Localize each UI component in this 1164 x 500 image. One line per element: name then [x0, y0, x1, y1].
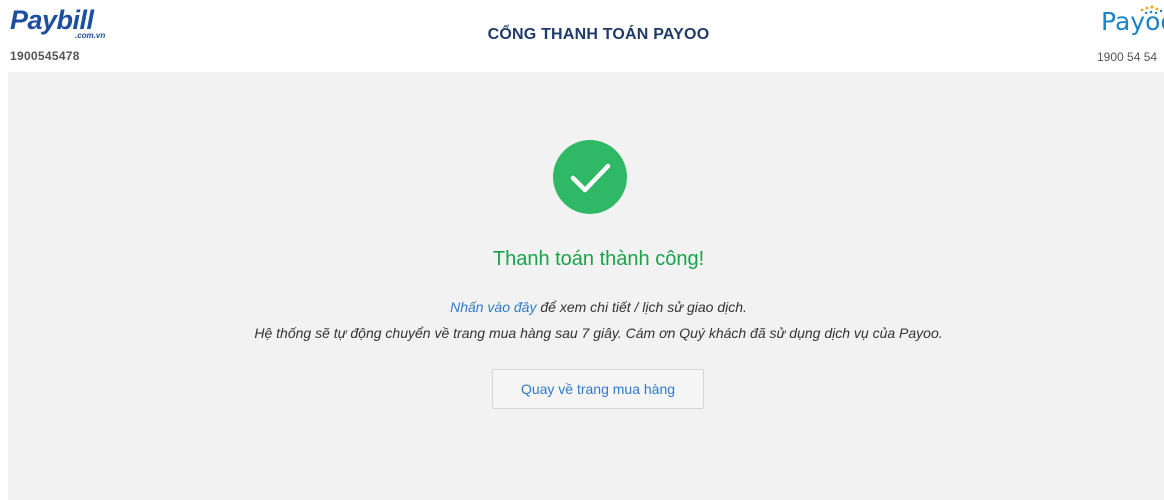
content-area	[8, 72, 1164, 500]
paybill-hotline: 1900545478	[10, 49, 80, 63]
payoo-logo-text: Payoo	[1101, 7, 1164, 36]
header: Paybill .com.vn 1900545478 CỔNG THANH TO…	[0, 0, 1164, 70]
history-line: Nhấn vào đây để xem chi tiết / lịch sử g…	[0, 299, 1164, 315]
redirect-note: Hệ thống sẽ tự động chuyển về trang mua …	[254, 325, 943, 341]
page-title: CỔNG THANH TOÁN PAYOO	[487, 26, 710, 43]
check-circle-icon	[553, 140, 627, 214]
back-to-shop-button[interactable]: Quay về trang mua hàng	[492, 369, 704, 409]
success-message: Thanh toán thành công!	[492, 248, 705, 270]
payoo-hotline: 1900 54 54	[1097, 50, 1158, 64]
history-line-text: để xem chi tiết / lịch sử giao dịch.	[536, 299, 747, 315]
view-details-link[interactable]: Nhấn vào đây	[450, 299, 536, 315]
